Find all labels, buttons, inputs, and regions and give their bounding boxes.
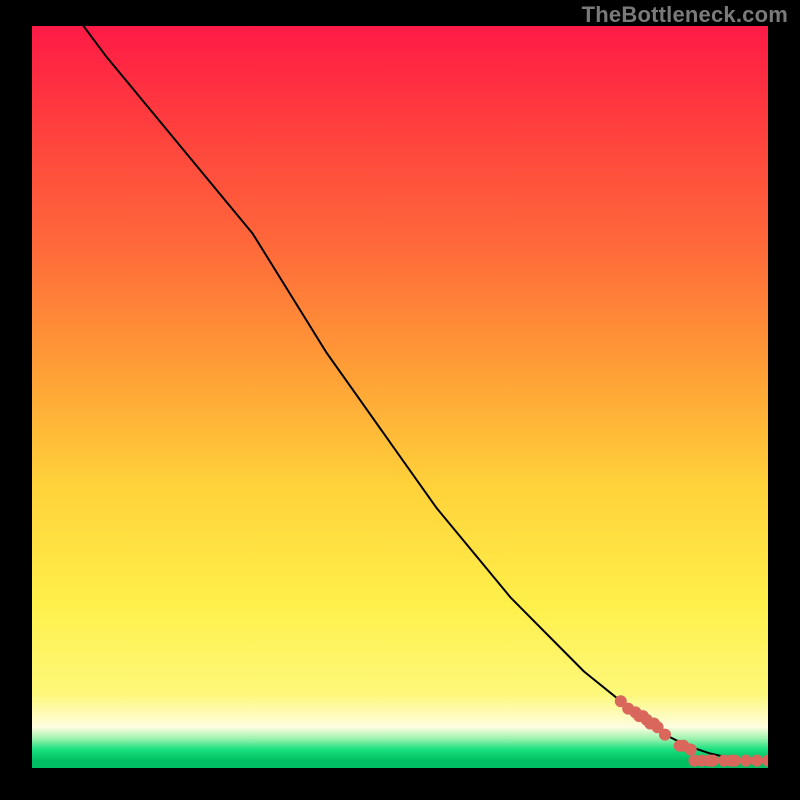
scatter-points bbox=[615, 695, 768, 766]
plot-svg bbox=[32, 26, 768, 768]
curve-line bbox=[84, 26, 769, 761]
scatter-point bbox=[762, 755, 768, 767]
scatter-point bbox=[729, 755, 741, 767]
plot-frame bbox=[32, 26, 768, 768]
scatter-point bbox=[751, 755, 763, 767]
chart-stage: TheBottleneck.com bbox=[0, 0, 800, 800]
scatter-point bbox=[707, 755, 719, 767]
watermark-text: TheBottleneck.com bbox=[582, 2, 788, 28]
scatter-point bbox=[659, 729, 671, 741]
scatter-point bbox=[740, 755, 752, 767]
scatter-point bbox=[685, 744, 697, 756]
